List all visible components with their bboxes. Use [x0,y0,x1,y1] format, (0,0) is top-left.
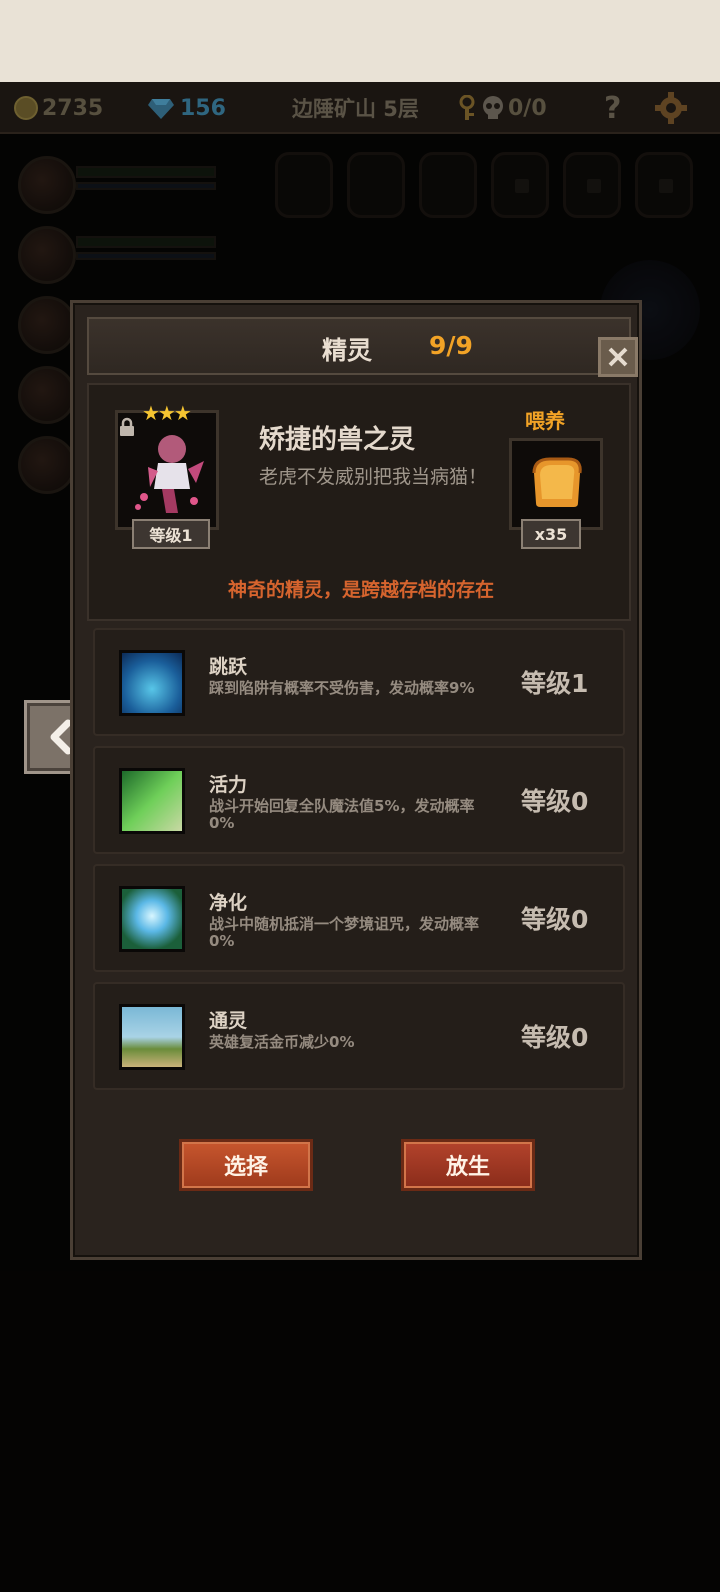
gear-icon [655,92,687,124]
gem-amount: 156 [180,95,226,121]
bread-icon [532,457,582,507]
location-label: 边陲矿山 5层 [292,97,419,121]
gold-coin-icon [14,96,38,120]
food-count: x35 [521,519,581,549]
status-bar: 2735 156 边陲矿山 5层 0/0 ? [0,82,720,134]
modal-title: 精灵 [322,336,373,365]
settings-button[interactable] [654,82,688,134]
gold-counter: 2735 [14,82,103,134]
spirit-level-badge: 等级1 [132,519,210,549]
spirit-info-panel: ★★★ 等级1 矫捷的兽之灵 老虎不发威别把我当病猫！ 喂养 x35 神奇的精灵… [87,383,631,621]
skull-icon [483,96,503,119]
spirit-stars: ★★★ [142,401,192,425]
skill-description: 英雄复活金币减少0% [209,1033,355,1051]
skill-name: 净化 [209,892,248,914]
key-counter: 0/0 [456,82,547,134]
skill-level: 等级0 [521,787,589,816]
spirit-name: 矫捷的兽之灵 [259,425,416,455]
modal-header: 精灵 9/9 [87,317,638,377]
gem-icon [148,99,174,119]
key-icon [459,95,475,120]
feed-button[interactable] [509,438,603,530]
spirit-count: 9/9 [429,331,473,360]
skill-description: 踩到陷阱有概率不受伤害，发动概率9% [209,679,475,697]
skill-level: 等级1 [521,669,589,698]
skill-name: 活力 [209,774,248,796]
close-icon [608,347,628,367]
skill-name: 跳跃 [209,656,248,678]
spirit-description: 老虎不发威别把我当病猫！ [259,466,488,488]
spirit-portrait [135,435,204,513]
top-strip [0,0,720,82]
feed-label: 喂养 [525,409,565,433]
skill-row: 净化 战斗中随机抵消一个梦境诅咒，发动概率0% 等级0 [93,864,625,972]
jump-icon [119,650,185,716]
release-button[interactable]: 放生 [401,1139,535,1191]
skill-row: 通灵 英雄复活金币减少0% 等级0 [93,982,625,1090]
spirit-tagline: 神奇的精灵，是跨越存档的存在 [227,579,494,601]
skill-level: 等级0 [521,1023,589,1052]
skill-row: 跳跃 踩到陷阱有概率不受伤害，发动概率9% 等级1 [93,628,625,736]
skill-level: 等级0 [521,905,589,934]
tombstone-icon [119,1004,185,1070]
skill-name: 通灵 [209,1010,248,1032]
kill-counter: 0/0 [508,95,547,121]
skill-description: 战斗中随机抵消一个梦境诅咒，发动概率0% [209,915,480,950]
vitality-icon [119,768,185,834]
purify-icon [119,886,185,952]
game-screen: 2735 156 边陲矿山 5层 0/0 ? 精灵 9/9 ★★★ 等级1 矫捷… [0,0,720,1592]
skill-description: 战斗开始回复全队魔法值5%，发动概率0% [209,797,475,832]
lock-icon[interactable] [119,417,135,437]
skill-row: 活力 战斗开始回复全队魔法值5%，发动概率0% 等级0 [93,746,625,854]
gem-counter: 156 [148,82,226,134]
gold-amount: 2735 [42,95,104,121]
close-button[interactable] [598,337,638,377]
select-button[interactable]: 选择 [179,1139,313,1191]
help-button[interactable]: ? [604,82,621,134]
spirit-modal: 精灵 9/9 ★★★ 等级1 矫捷的兽之灵 老虎不发威别把我当病猫！ 喂养 x3… [70,300,642,1260]
